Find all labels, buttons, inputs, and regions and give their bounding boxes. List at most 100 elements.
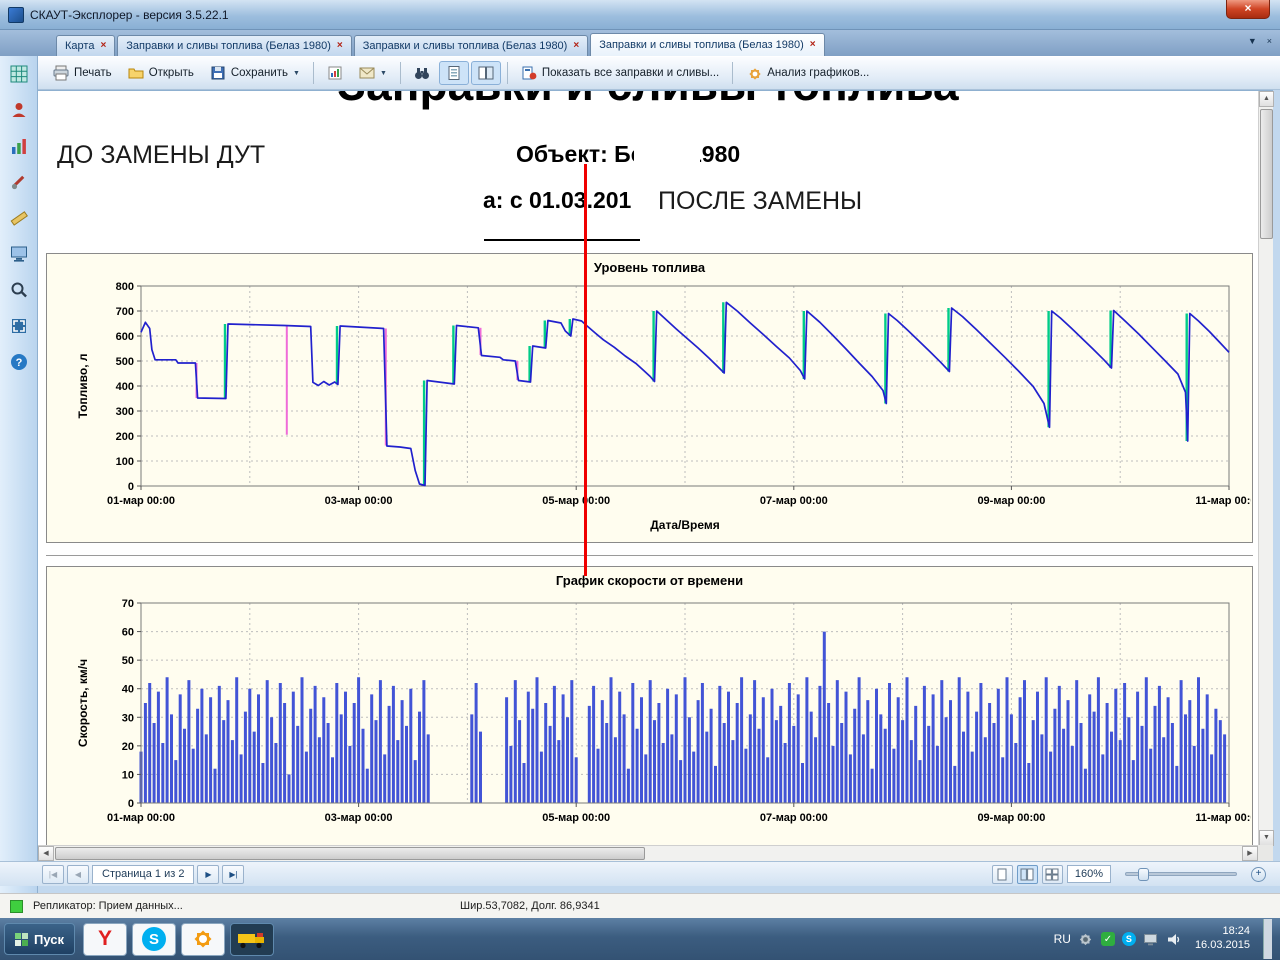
zoom-controls: 160% + <box>992 865 1280 884</box>
settings-taskbar-button[interactable] <box>181 923 225 956</box>
zoom-in-button[interactable]: + <box>1251 867 1266 882</box>
find-button[interactable] <box>407 61 437 85</box>
view-chart-toggle[interactable] <box>471 61 501 85</box>
scroll-left-button[interactable]: ◀ <box>38 846 54 861</box>
save-dropdown-icon[interactable]: ▼ <box>293 70 300 77</box>
desktop: СКАУТ-Эксплорер - версия 3.5.22.1 × Карт… <box>0 0 1280 960</box>
search-object-button[interactable] <box>6 277 32 303</box>
annotation-after: ПОСЛЕ ЗАМЕНЫ <box>658 187 862 216</box>
svg-text:01-мар 00:00: 01-мар 00:00 <box>107 495 175 507</box>
tab-report-1[interactable]: Заправки и сливы топлива (Белаз 1980) × <box>117 35 351 56</box>
binoculars-icon <box>414 65 430 81</box>
svg-text:0: 0 <box>128 481 134 493</box>
tray-gear-icon[interactable] <box>1078 931 1094 947</box>
multi-page-view-button[interactable] <box>1042 865 1063 884</box>
print-button[interactable]: Печать <box>46 61 119 85</box>
toolbar-separator <box>507 62 508 84</box>
speed-chart-svg: 01020304050607001-мар 00:0003-мар 00:000… <box>47 591 1251 831</box>
svg-text:07-мар 00:00: 07-мар 00:00 <box>760 812 828 824</box>
svg-text:50: 50 <box>122 655 134 667</box>
start-button[interactable]: Пуск <box>4 923 75 955</box>
measure-module-button[interactable] <box>6 205 32 231</box>
fuel-chart-title: Уровень топлива <box>47 254 1252 278</box>
open-button[interactable]: Открыть <box>121 61 201 85</box>
wrench-icon <box>9 172 29 192</box>
gear-icon <box>191 927 215 951</box>
tab-report-3-active[interactable]: Заправки и сливы топлива (Белаз 1980) × <box>590 33 824 56</box>
send-report-button[interactable]: ▼ <box>352 61 394 85</box>
scout-taskbar-button[interactable] <box>230 923 274 956</box>
tab-close-icon[interactable]: × <box>337 41 343 51</box>
tab-list-dropdown-icon[interactable]: ▼ <box>1248 36 1257 46</box>
grid-module-button[interactable] <box>6 61 32 87</box>
tab-report-2[interactable]: Заправки и сливы топлива (Белаз 1980) × <box>354 35 588 56</box>
show-all-refuels-button[interactable]: Показать все заправки и сливы... <box>514 61 726 85</box>
service-module-button[interactable] <box>6 169 32 195</box>
app-window: СКАУТ-Эксплорер - версия 3.5.22.1 × Карт… <box>0 0 1280 918</box>
speed-chart-box: График скорости от времени 0102030405060… <box>46 566 1253 846</box>
module-sidebar: ? <box>0 56 38 893</box>
tab-close-icon[interactable]: × <box>810 40 816 50</box>
tab-close-icon[interactable]: × <box>573 41 579 51</box>
folder-open-icon <box>128 65 144 81</box>
toolbar-separator <box>313 62 314 84</box>
fit-width-view-button[interactable] <box>1017 865 1038 884</box>
last-page-button[interactable]: ▶| <box>222 865 244 884</box>
language-indicator[interactable]: RU <box>1054 932 1071 946</box>
svg-text:700: 700 <box>116 306 134 318</box>
tray-network-icon[interactable] <box>1143 931 1159 947</box>
svg-text:60: 60 <box>122 627 134 639</box>
start-label: Пуск <box>34 932 64 947</box>
two-page-view-icon <box>478 65 494 81</box>
scroll-down-button[interactable]: ▼ <box>1259 830 1274 846</box>
objects-module-button[interactable] <box>6 97 32 123</box>
zoom-slider[interactable] <box>1125 872 1237 876</box>
help-button[interactable]: ? <box>6 349 32 375</box>
horizontal-scrollbar[interactable]: ◀ ▶ <box>38 845 1258 861</box>
replacement-divider-line <box>584 164 587 576</box>
skype-taskbar-button[interactable]: S <box>132 923 176 956</box>
tray-antivirus-icon[interactable]: ✓ <box>1101 932 1115 946</box>
taskbar-clock[interactable]: 18:24 16.03.2015 <box>1195 925 1250 953</box>
scroll-right-button[interactable]: ▶ <box>1242 846 1258 861</box>
tab-map[interactable]: Карта × <box>56 35 115 56</box>
show-desktop-button[interactable] <box>1263 919 1272 959</box>
tab-close-all-icon[interactable]: × <box>1267 36 1272 46</box>
svg-text:01-мар 00:00: 01-мар 00:00 <box>107 812 175 824</box>
svg-text:800: 800 <box>116 281 134 293</box>
reports-module-button[interactable] <box>6 133 32 159</box>
skype-icon: S <box>142 927 166 951</box>
single-page-view-button[interactable] <box>992 865 1013 884</box>
window-close-button[interactable]: × <box>1226 0 1270 19</box>
save-label: Сохранить <box>231 67 288 79</box>
pager-bar: |◀ ◀ Страница 1 из 2 ▶ ▶| 160% + <box>0 861 1280 886</box>
zoom-slider-thumb[interactable] <box>1138 868 1149 881</box>
clock-time: 18:24 <box>1195 925 1250 939</box>
first-page-button[interactable]: |◀ <box>42 865 64 884</box>
tray-skype-icon[interactable]: S <box>1122 932 1136 946</box>
zoom-level-value: 160% <box>1067 865 1111 883</box>
scroll-up-button[interactable]: ▲ <box>1259 91 1274 107</box>
vertical-scrollbar[interactable]: ▲ ▼ <box>1258 91 1273 846</box>
vertical-scroll-thumb[interactable] <box>1260 109 1273 239</box>
coordinates-text: Шир.53,7082, Долг. 86,9341 <box>460 900 600 912</box>
send-dropdown-icon[interactable]: ▼ <box>380 70 387 77</box>
next-page-button[interactable]: ▶ <box>197 865 219 884</box>
tray-volume-icon[interactable] <box>1166 931 1182 947</box>
save-button[interactable]: Сохранить ▼ <box>203 61 307 85</box>
horizontal-scroll-thumb[interactable] <box>55 847 645 860</box>
view-report-toggle[interactable] <box>439 61 469 85</box>
report-period-line: а: с 01.03.201 <box>483 187 631 214</box>
yandex-taskbar-button[interactable]: Y <box>83 923 127 956</box>
tab-close-icon[interactable]: × <box>100 41 106 51</box>
title-bar[interactable]: СКАУТ-Эксплорер - версия 3.5.22.1 × <box>0 0 1280 30</box>
prev-page-button[interactable]: ◀ <box>67 865 89 884</box>
chart-analysis-button[interactable]: Анализ графиков... <box>739 61 876 85</box>
fullscreen-button[interactable] <box>6 313 32 339</box>
svg-text:40: 40 <box>122 684 134 696</box>
replicator-module-button[interactable] <box>6 241 32 267</box>
export-chart-button[interactable] <box>320 61 350 85</box>
annotation-before: ДО ЗАМЕНЫ ДУТ <box>57 141 265 170</box>
yandex-icon: Y <box>98 927 112 951</box>
monitor-icon <box>9 244 29 264</box>
